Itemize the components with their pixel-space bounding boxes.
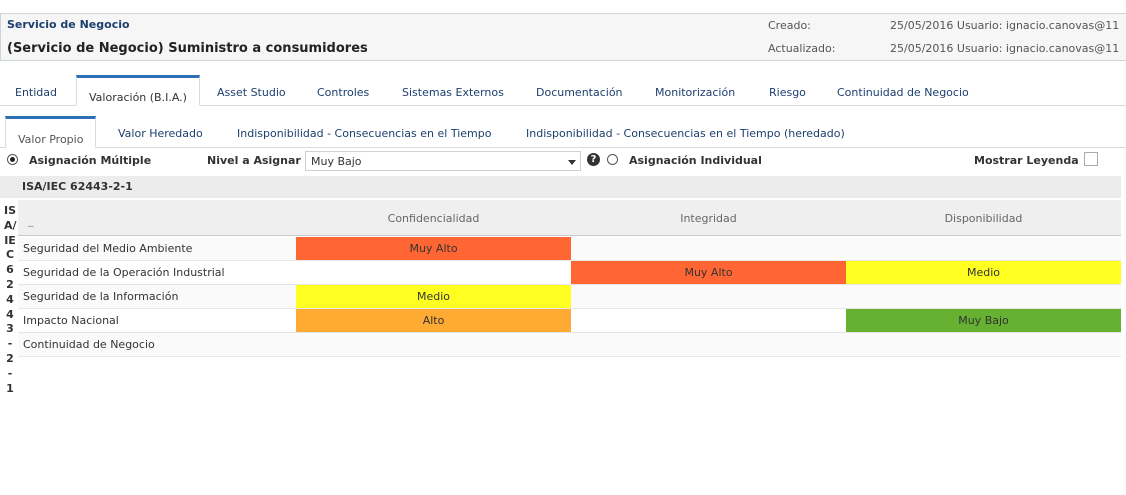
value-cell[interactable] — [571, 333, 846, 356]
tab-monitorizacion[interactable]: Monitorización — [655, 86, 735, 99]
subtab-indisponibilidad-heredado[interactable]: Indisponibilidad - Consecuencias en el T… — [526, 127, 845, 140]
tab-continuidad-negocio[interactable]: Continuidad de Negocio — [837, 86, 969, 99]
entity-header: Servicio de Negocio (Servicio de Negocio… — [0, 13, 1126, 61]
column-header-disponibilidad: Disponibilidad — [944, 212, 1023, 225]
individual-assign-label: Asignación Individual — [629, 154, 762, 167]
main-tabs: Entidad Valoración (B.I.A.) Asset Studio… — [0, 75, 1126, 106]
section-bar: ISA/IEC 62443-2-1 — [0, 176, 1121, 198]
table-row: Impacto Nacional Alto Muy Bajo — [18, 309, 1121, 333]
chevron-down-icon — [568, 160, 576, 165]
value-cell[interactable] — [296, 261, 571, 284]
entity-type-label: Servicio de Negocio — [7, 18, 130, 31]
table-row: Seguridad de la Operación Industrial Muy… — [18, 261, 1121, 285]
value-cell[interactable]: Muy Alto — [296, 237, 571, 260]
section-title: ISA/IEC 62443-2-1 — [22, 180, 133, 193]
help-icon[interactable]: ? — [587, 153, 600, 166]
row-label: Continuidad de Negocio — [23, 338, 155, 351]
row-label: Impacto Nacional — [23, 314, 119, 327]
show-legend-checkbox[interactable] — [1084, 152, 1098, 166]
subtab-valor-heredado[interactable]: Valor Heredado — [118, 127, 203, 140]
tab-asset-studio[interactable]: Asset Studio — [217, 86, 286, 99]
entity-name: (Servicio de Negocio) Suministro a consu… — [7, 41, 368, 56]
grid-header: _ Confidencialidad Integridad Disponibil… — [18, 200, 1121, 236]
table-row: Seguridad de la Información Medio — [18, 285, 1121, 309]
table-row: Seguridad del Medio Ambiente Muy Alto — [18, 237, 1121, 261]
level-label: Nivel a Asignar — [207, 154, 301, 167]
level-select[interactable]: Muy Bajo — [305, 151, 581, 171]
tab-controles[interactable]: Controles — [317, 86, 369, 99]
subtab-valor-propio[interactable]: Valor Propio — [5, 116, 97, 148]
created-value: 25/05/2016 Usuario: ignacio.canovas@11 — [890, 19, 1120, 32]
row-label: Seguridad de la Operación Industrial — [23, 266, 225, 279]
subtab-indisponibilidad[interactable]: Indisponibilidad - Consecuencias en el T… — [237, 127, 491, 140]
tab-sistemas-externos[interactable]: Sistemas Externos — [402, 86, 504, 99]
individual-assign-radio[interactable] — [607, 154, 618, 165]
multi-assign-label: Asignación Múltiple — [29, 154, 152, 167]
value-cell[interactable] — [571, 237, 846, 260]
value-cell[interactable] — [846, 285, 1121, 308]
value-cell[interactable] — [571, 285, 846, 308]
value-cell[interactable] — [846, 237, 1121, 260]
updated-value: 25/05/2016 Usuario: ignacio.canovas@11 — [890, 42, 1120, 55]
value-cell[interactable]: Medio — [296, 285, 571, 308]
created-label: Creado: — [768, 19, 811, 32]
column-header-integridad: Integridad — [680, 212, 737, 225]
section-vertical-label: ISA/IEC62443-2-1 — [4, 204, 17, 395]
tab-entidad[interactable]: Entidad — [15, 86, 57, 99]
value-cell[interactable] — [571, 309, 846, 332]
value-cell[interactable]: Alto — [296, 309, 571, 332]
updated-label: Actualizado: — [768, 42, 836, 55]
tab-riesgo[interactable]: Riesgo — [769, 86, 806, 99]
sub-tabs: Valor Propio Valor Heredado Indisponibil… — [0, 116, 1126, 148]
tab-documentacion[interactable]: Documentación — [536, 86, 623, 99]
row-label: Seguridad del Medio Ambiente — [23, 242, 193, 255]
value-cell[interactable]: Muy Alto — [571, 261, 846, 284]
row-label: Seguridad de la Información — [23, 290, 179, 303]
level-select-value: Muy Bajo — [311, 155, 362, 168]
value-cell[interactable] — [296, 333, 571, 356]
multi-assign-radio[interactable] — [7, 154, 18, 165]
column-header-confidencialidad: Confidencialidad — [387, 212, 480, 225]
tab-valoracion[interactable]: Valoración (B.I.A.) — [76, 75, 200, 106]
value-cell[interactable]: Medio — [846, 261, 1121, 284]
legend-label: Mostrar Leyenda — [974, 154, 1079, 167]
grid-corner: _ — [28, 214, 34, 227]
value-cell[interactable] — [846, 333, 1121, 356]
value-cell[interactable]: Muy Bajo — [846, 309, 1121, 332]
table-row: Continuidad de Negocio — [18, 333, 1121, 357]
